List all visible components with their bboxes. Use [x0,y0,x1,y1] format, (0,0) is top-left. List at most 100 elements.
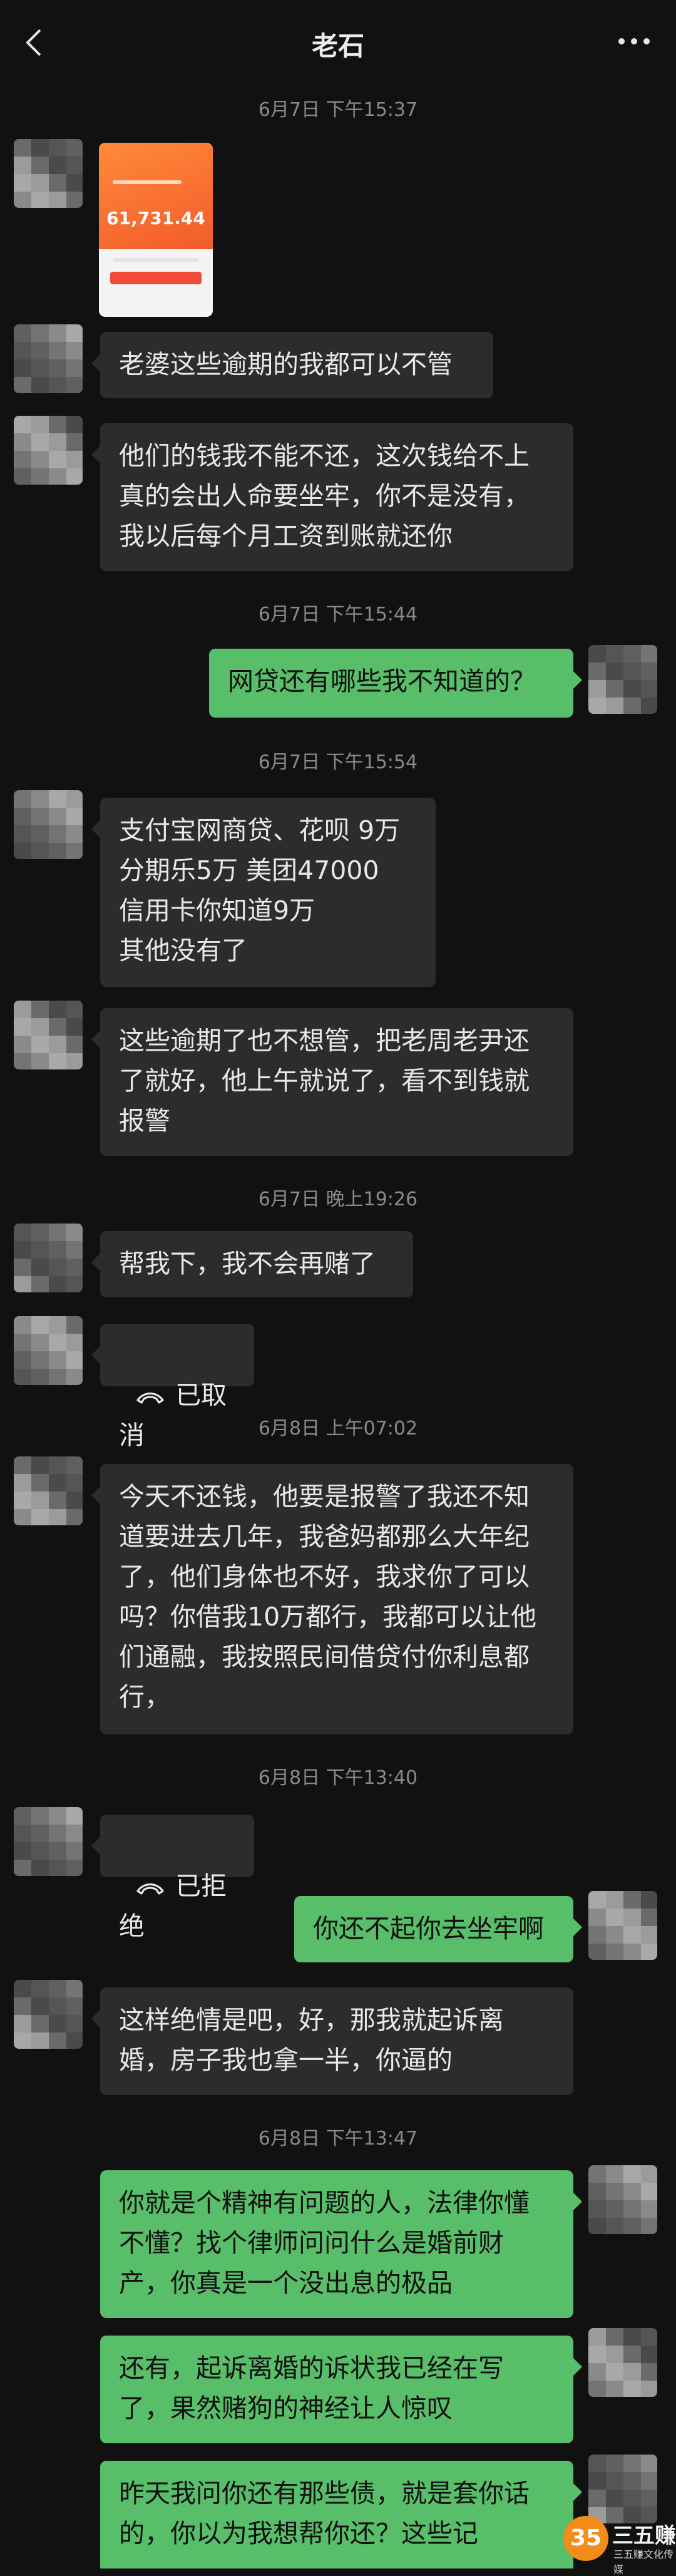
message-bubble[interactable]: 这样绝情是吧，好，那我就起诉离婚，房子我也拿一半，你逼的 [91,1987,573,2095]
avatar-mosaic-tile [14,1842,31,1860]
timestamp: 6月7日 下午15:37 [258,99,418,121]
message-bubble[interactable]: 支付宝网商贷、花呗 9万 分期乐5万 美团47000 信用卡你知道9万 其他没有… [91,798,436,987]
avatar-mosaic-tile [31,1980,49,1997]
payment-screenshot-image[interactable]: 61,731.44 [99,143,213,317]
avatar-mosaic-tile [641,1909,657,1926]
avatar-mosaic-tile [606,2218,623,2234]
avatar-mosaic-tile [14,1509,31,1525]
avatar-mosaic-tile [66,192,83,208]
avatar-mosaic-tile [66,139,83,157]
call-cancelled-bubble[interactable]: 已取消 [91,1324,254,1450]
avatar-mosaic-tile [31,468,49,485]
avatar[interactable] [588,2455,657,2523]
message-bubble[interactable]: 帮我下，我不会再赌了 [91,1231,413,1297]
avatar[interactable] [14,416,83,485]
avatar-mosaic-tile [641,2363,657,2381]
avatar-mosaic-tile [31,825,49,843]
avatar-mosaic-tile [49,192,66,208]
avatar-mosaic-tile [606,2472,623,2490]
avatar-mosaic-tile [623,2381,641,2397]
avatar-mosaic-tile [31,1842,49,1860]
avatar[interactable] [14,790,83,859]
avatar[interactable] [588,2328,657,2397]
avatar-mosaic-tile [588,1909,606,1926]
avatar-mosaic-tile [66,1224,83,1241]
avatar-mosaic-tile [66,1001,83,1018]
avatar-mosaic-tile [623,2328,641,2346]
avatar-mosaic-tile [641,2328,657,2346]
avatar-mosaic-tile [31,1474,49,1492]
avatar[interactable] [588,645,657,714]
avatar[interactable] [14,1456,83,1525]
message-bubble[interactable]: 你还不起你去坐牢啊 [294,1896,582,1962]
avatar-mosaic-tile [606,1926,623,1944]
message-bubble[interactable]: 老婆这些逾期的我都可以不管 [91,332,493,398]
avatar[interactable] [14,324,83,393]
avatar-mosaic-tile [31,1241,49,1259]
avatar-mosaic-tile [31,451,49,468]
avatar-mosaic-tile [66,1860,83,1876]
message-bubble[interactable]: 昨天我问你还有那些债，就是套你话的，你以为我想帮你还？这些记 [100,2461,582,2568]
avatar-mosaic-tile [588,1926,606,1944]
avatar-mosaic-tile [66,416,83,433]
avatar-mosaic-tile [49,1509,66,1525]
avatar-mosaic-tile [14,468,31,485]
avatar-mosaic-tile [49,1224,66,1241]
avatar[interactable] [588,2165,657,2234]
message-bubble[interactable]: 网贷还有哪些我不知道的？ [209,649,582,718]
avatar-mosaic-tile [66,1825,83,1842]
avatar-mosaic-tile [31,174,49,192]
message-bubble[interactable]: 今天不还钱，他要是报警了我还不知道要进去几年，我爸妈都那么大年纪了，他们身体也不… [91,1464,573,1734]
avatar-mosaic-tile [66,1351,83,1369]
avatar-mosaic-tile [49,1474,66,1492]
avatar-mosaic-tile [641,2200,657,2218]
avatar[interactable] [14,1224,83,1292]
avatar-mosaic-tile [14,1351,31,1369]
message-bubble[interactable]: 这些逾期了也不想管，把老周老尹还了就好，他上午就说了，看不到钱就报警 [91,1008,573,1156]
avatar-mosaic-tile [14,1001,31,1018]
avatar-mosaic-tile [14,1997,31,2015]
avatar-mosaic-tile [588,645,606,662]
avatar-mosaic-tile [14,808,31,825]
avatar-mosaic-tile [14,416,31,433]
watermark-logo: 35 三五赚 三五赚文化传媒 [563,2516,676,2575]
avatar-mosaic-tile [66,1316,83,1334]
avatar-mosaic-tile [14,1474,31,1492]
avatar-mosaic-tile [66,1842,83,1860]
avatar-mosaic-tile [66,2032,83,2049]
avatar-mosaic-tile [14,1224,31,1241]
avatar-mosaic-tile [14,790,31,808]
avatar-mosaic-tile [49,1369,66,1385]
avatar[interactable] [14,139,83,208]
avatar[interactable] [588,1891,657,1960]
avatar-mosaic-tile [14,2032,31,2049]
avatar[interactable] [14,1316,83,1385]
message-bubble[interactable]: 你就是个精神有问题的人，法律你懂不懂？找个律师问问什么是婚前财产，你真是一个没出… [100,2170,582,2318]
message-bubble[interactable]: 还有，起诉离婚的诉状我已经在写了，果然赌狗的神经让人惊叹 [100,2336,582,2443]
avatar-mosaic-tile [66,1474,83,1492]
avatar-mosaic-tile [49,342,66,359]
more-icon[interactable] [617,35,651,48]
avatar-mosaic-tile [606,2346,623,2363]
avatar-mosaic-tile [588,2200,606,2218]
image-amount: 61,731.44 [106,208,205,229]
avatar[interactable] [14,1001,83,1069]
avatar-mosaic-tile [588,2346,606,2363]
avatar[interactable] [14,1807,83,1876]
avatar-mosaic-tile [623,1909,641,1926]
avatar-mosaic-tile [641,645,657,662]
avatar-mosaic-tile [623,1926,641,1944]
phone-icon [136,1883,164,1895]
avatar-mosaic-tile [623,680,641,698]
avatar[interactable] [14,1980,83,2049]
call-declined-bubble[interactable]: 已拒绝 [91,1815,254,1941]
avatar-mosaic-tile [606,2490,623,2507]
avatar-mosaic-tile [606,680,623,698]
avatar-mosaic-tile [66,1036,83,1053]
avatar-mosaic-tile [623,2183,641,2200]
avatar-mosaic-tile [49,1001,66,1018]
avatar-mosaic-tile [641,1944,657,1960]
avatar-mosaic-tile [31,324,49,342]
message-bubble[interactable]: 他们的钱我不能不还，这次钱给不上真的会出人命要坐牢，你不是没有，我以后每个月工资… [91,423,573,571]
avatar-mosaic-tile [66,1276,83,1292]
